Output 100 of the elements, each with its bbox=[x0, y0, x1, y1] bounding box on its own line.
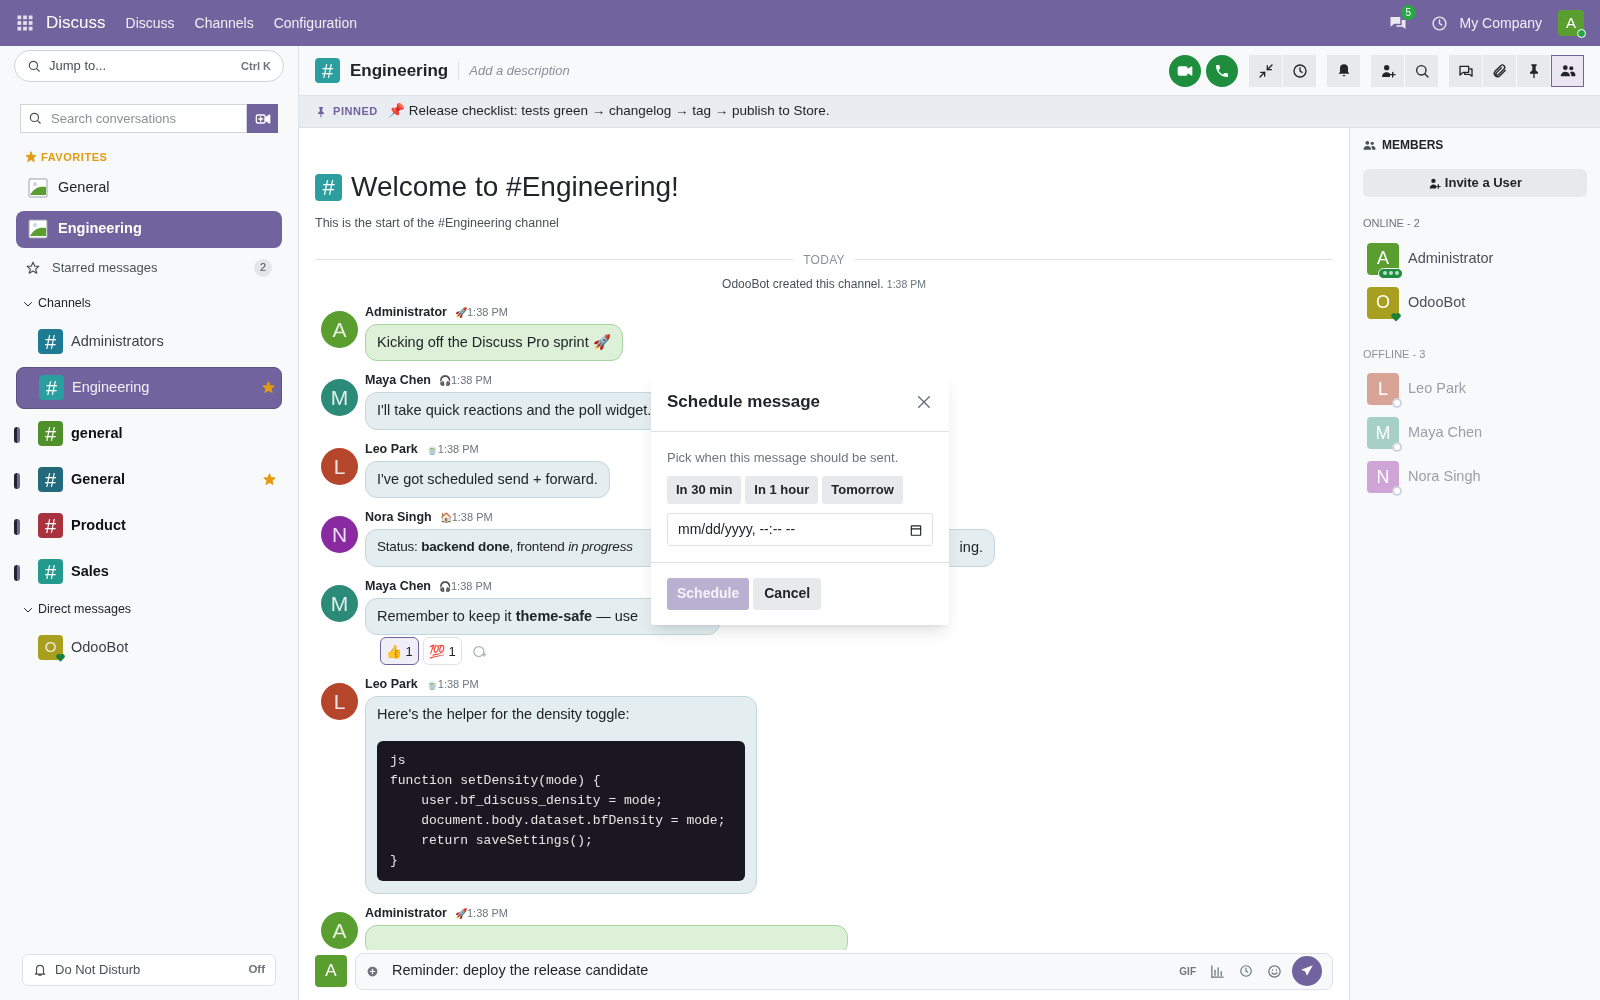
channel-symbol: # bbox=[38, 329, 63, 354]
author-name: Leo Park bbox=[365, 676, 418, 694]
favorite-item[interactable]: Engineering bbox=[16, 210, 282, 248]
message-text: Remember to keep it theme-safe — use bbox=[377, 607, 639, 624]
starred-messages-item[interactable]: Starred messages 2 bbox=[16, 252, 282, 283]
message-text: ing. bbox=[959, 538, 983, 557]
author-avatar: A bbox=[321, 310, 358, 348]
threads-button[interactable] bbox=[1449, 54, 1482, 87]
chat-icon bbox=[1388, 14, 1407, 32]
phone-icon bbox=[1214, 62, 1230, 79]
item-label: Starred messages bbox=[52, 258, 158, 277]
send-button[interactable] bbox=[1292, 956, 1322, 986]
member-item[interactable]: O OdooBot bbox=[1363, 285, 1587, 320]
user-avatar: O bbox=[38, 635, 63, 660]
pinned-message[interactable]: 📌 Release checklist: tests green → changelog → tag → publish to Store. bbox=[387, 101, 830, 122]
message-time: 1:38 PM bbox=[466, 905, 508, 921]
quick-time-button[interactable]: Tomorrow bbox=[822, 475, 903, 504]
channel-item[interactable]: # General bbox=[16, 458, 282, 501]
menu-item[interactable]: Channels bbox=[194, 12, 254, 34]
scheduled-button[interactable] bbox=[1283, 54, 1316, 87]
clock-icon bbox=[1239, 964, 1253, 978]
jump-to-button[interactable]: Jump to... Ctrl K bbox=[14, 50, 284, 82]
channel-item[interactable]: # Administrators bbox=[16, 320, 282, 363]
compress-button[interactable] bbox=[1249, 54, 1282, 87]
pinned-button[interactable] bbox=[1517, 54, 1550, 87]
smile-icon bbox=[1267, 963, 1282, 979]
menu-item[interactable]: Configuration bbox=[273, 12, 357, 34]
new-meeting-button[interactable] bbox=[247, 104, 278, 133]
datetime-field[interactable]: mm/dd/yyyy, --:-- -- bbox=[667, 512, 933, 546]
notification-button[interactable] bbox=[1327, 54, 1360, 87]
member-name: OdooBot bbox=[1408, 292, 1466, 312]
cancel-button[interactable]: Cancel bbox=[753, 577, 822, 610]
section-toggle[interactable]: Direct messages bbox=[22, 596, 298, 623]
image-icon bbox=[26, 217, 50, 241]
message-text: Here's the helper for the density toggle: bbox=[377, 705, 631, 724]
emoji-button[interactable] bbox=[1267, 963, 1282, 979]
section-toggle[interactable]: Channels bbox=[22, 290, 298, 317]
contact-name: OdooBot bbox=[71, 637, 129, 657]
app-name[interactable]: Discuss bbox=[46, 10, 106, 36]
reaction-chip[interactable]: 👍 1 bbox=[380, 637, 419, 666]
message-time: 1:38 PM bbox=[451, 373, 492, 389]
menu-item[interactable]: Discuss bbox=[125, 12, 175, 34]
author-avatar: M bbox=[321, 379, 358, 417]
channel-item[interactable]: # Engineering bbox=[16, 366, 282, 409]
voice-call-button[interactable] bbox=[1206, 54, 1238, 87]
attachments-button[interactable] bbox=[1483, 54, 1516, 87]
channel-name: general bbox=[71, 423, 124, 443]
status-emoji: 🍵 bbox=[425, 678, 438, 693]
description-field[interactable]: Add a description bbox=[469, 60, 670, 81]
author-name: Leo Park bbox=[365, 440, 418, 458]
group-title: ONLINE - 2 bbox=[1363, 216, 1421, 231]
member-avatar: L bbox=[1367, 373, 1399, 405]
clock-icon bbox=[1430, 14, 1448, 32]
members-button[interactable] bbox=[1551, 54, 1584, 87]
close-button[interactable] bbox=[915, 393, 933, 411]
status-emoji: 🎧 bbox=[439, 579, 451, 594]
channel-symbol: # bbox=[315, 173, 342, 201]
status-emoji: 🚀 bbox=[454, 305, 467, 320]
send-icon bbox=[1300, 964, 1314, 978]
users-icon bbox=[1363, 138, 1376, 152]
date-divider: TODAY bbox=[802, 251, 846, 269]
member-name: Nora Singh bbox=[1408, 467, 1481, 487]
poll-button[interactable] bbox=[1210, 963, 1225, 979]
member-item[interactable]: A Administrator bbox=[1363, 241, 1587, 276]
clock-icon bbox=[1291, 62, 1308, 79]
search-button[interactable] bbox=[1405, 54, 1438, 87]
status-emoji: 🎧 bbox=[439, 374, 451, 389]
quick-time-button[interactable]: In 30 min bbox=[667, 475, 742, 504]
company-name[interactable]: My Company bbox=[1459, 12, 1542, 34]
channel-symbol: # bbox=[38, 513, 63, 538]
message-input[interactable]: Reminder: deploy the release candidate GIF bbox=[355, 952, 1333, 990]
channel-symbol: # bbox=[38, 559, 63, 584]
reaction-chip[interactable]: 💯 1 bbox=[422, 637, 462, 666]
member-name: Administrator bbox=[1408, 248, 1494, 268]
channel-title: Engineering bbox=[350, 59, 449, 82]
add-user-icon bbox=[1427, 176, 1441, 190]
code-block: js function setDensity(mode) { user.bf_discuss_density = mode; document.body.dataset.bfDensity = mode; return saveSettings(); } bbox=[377, 740, 745, 881]
channel-item[interactable]: # Product bbox=[16, 504, 282, 547]
message-time: 1:38 PM bbox=[437, 441, 479, 457]
status-emoji: 🏠 bbox=[439, 511, 452, 526]
author-avatar: A bbox=[321, 911, 358, 949]
do-not-disturb-toggle[interactable]: Do Not Disturb Off bbox=[22, 954, 276, 986]
author-name: Maya Chen bbox=[365, 577, 431, 595]
search-field[interactable]: Search conversations bbox=[20, 104, 247, 133]
favorite-item[interactable]: General bbox=[16, 169, 282, 207]
schedule-button[interactable] bbox=[1239, 964, 1253, 978]
direct-message-item[interactable]: O OdooBot bbox=[16, 626, 282, 669]
message-text: I've got scheduled send + forward. bbox=[377, 470, 598, 487]
gif-button[interactable]: GIF bbox=[1179, 963, 1196, 979]
add-user-button[interactable] bbox=[1371, 54, 1404, 87]
invite-user-button[interactable]: Invite a User bbox=[1363, 169, 1587, 197]
users-icon bbox=[1559, 62, 1576, 79]
search-icon bbox=[1413, 62, 1430, 79]
quick-time-button[interactable]: In 1 hour bbox=[745, 475, 819, 504]
dialog-title: Schedule message bbox=[667, 391, 822, 414]
channel-item[interactable]: # Sales bbox=[16, 550, 282, 593]
video-call-button[interactable] bbox=[1169, 54, 1201, 87]
channel-item[interactable]: # general bbox=[16, 412, 282, 455]
offline-status-icon bbox=[1392, 442, 1402, 452]
message-text: Status: backend done, frontend in progress bbox=[377, 538, 633, 556]
